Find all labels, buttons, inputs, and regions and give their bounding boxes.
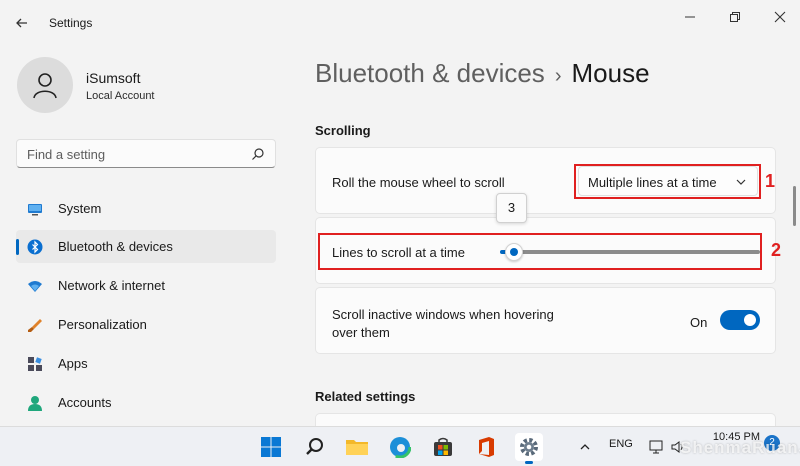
person-icon	[28, 396, 42, 411]
taskbar-search-button[interactable]	[301, 433, 329, 461]
slider-value-tooltip: 3	[496, 193, 527, 223]
chevron-up-icon	[580, 444, 590, 450]
sidebar-item-label: Apps	[58, 356, 88, 371]
monitor-icon	[28, 204, 42, 216]
store-icon	[434, 437, 452, 456]
windows-logo-icon	[261, 437, 281, 457]
person-icon	[33, 73, 57, 99]
search-icon	[306, 438, 323, 455]
start-button[interactable]	[257, 433, 285, 461]
annotation-number-2: 2	[771, 240, 782, 260]
title-bar: Settings	[0, 0, 800, 44]
folder-icon	[346, 440, 368, 455]
arrow-left-icon	[16, 18, 27, 28]
breadcrumb-separator: ›	[554, 65, 562, 87]
sidebar-item-accounts[interactable]: Accounts	[16, 386, 276, 419]
sidebar-item-bluetooth[interactable]: Bluetooth & devices	[16, 230, 276, 263]
minimize-icon	[685, 16, 695, 18]
sidebar-item-label: System	[58, 201, 102, 216]
back-button[interactable]	[12, 13, 32, 33]
watermark-logo: ShenmaRuanJian	[680, 438, 800, 457]
sidebar-item-apps[interactable]: Apps	[16, 347, 276, 380]
network-icon	[649, 440, 663, 454]
sidebar-item-system[interactable]: System	[16, 192, 276, 225]
sidebar-item-label: Bluetooth & devices	[58, 239, 173, 254]
section-title-scrolling: Scrolling	[315, 123, 371, 138]
apps-icon	[28, 357, 42, 371]
store-button[interactable]	[429, 433, 457, 461]
search-placeholder: Find a setting	[27, 147, 106, 162]
page-title: Mouse	[571, 58, 650, 88]
network-tray-button[interactable]	[646, 433, 666, 461]
minimize-button[interactable]	[682, 10, 698, 24]
active-indicator	[16, 239, 19, 255]
maximize-button[interactable]	[727, 10, 743, 24]
sidebar-item-label: Network & internet	[58, 278, 165, 293]
sidebar-item-label: Accounts	[58, 395, 112, 410]
brush-icon	[28, 319, 42, 332]
gear-icon	[520, 438, 538, 456]
language-indicator[interactable]: ENG	[609, 438, 633, 450]
annotation-box-2	[318, 233, 762, 270]
avatar[interactable]	[17, 57, 73, 113]
wifi-icon	[28, 281, 42, 292]
annotation-number-1: 1	[765, 171, 776, 191]
account-type: Local Account	[86, 90, 155, 102]
search-icon	[252, 148, 264, 160]
toggle-state-label: On	[690, 315, 708, 330]
app-title: Settings	[49, 16, 93, 30]
scrollbar[interactable]	[793, 186, 796, 226]
close-icon	[774, 11, 786, 23]
sidebar-item-label: Personalization	[58, 317, 147, 332]
settings-taskbar-button[interactable]	[515, 433, 543, 464]
edge-icon	[389, 436, 411, 458]
inactive-label-line2: over them	[332, 325, 390, 340]
sidebar-item-network[interactable]: Network & internet	[16, 269, 276, 302]
file-explorer-button[interactable]	[343, 433, 371, 461]
sidebar-item-personalization[interactable]: Personalization	[16, 308, 276, 341]
close-button[interactable]	[772, 10, 788, 24]
office-button[interactable]	[472, 433, 500, 461]
bluetooth-icon	[27, 239, 43, 255]
edge-button[interactable]	[386, 433, 414, 461]
breadcrumb: Bluetooth & devices › Mouse	[315, 58, 650, 89]
user-name: iSumsoft	[86, 70, 141, 86]
inactive-label-line1: Scroll inactive windows when hovering	[332, 307, 554, 322]
breadcrumb-parent[interactable]: Bluetooth & devices	[315, 58, 545, 88]
inactive-scroll-toggle[interactable]	[720, 310, 760, 330]
search-input[interactable]: Find a setting	[16, 139, 276, 168]
annotation-box-1	[574, 164, 761, 199]
wheel-label: Roll the mouse wheel to scroll	[332, 175, 505, 190]
section-title-related: Related settings	[315, 389, 416, 404]
restore-icon	[730, 12, 740, 22]
office-icon	[479, 437, 494, 457]
show-hidden-icons-button[interactable]	[576, 433, 594, 461]
